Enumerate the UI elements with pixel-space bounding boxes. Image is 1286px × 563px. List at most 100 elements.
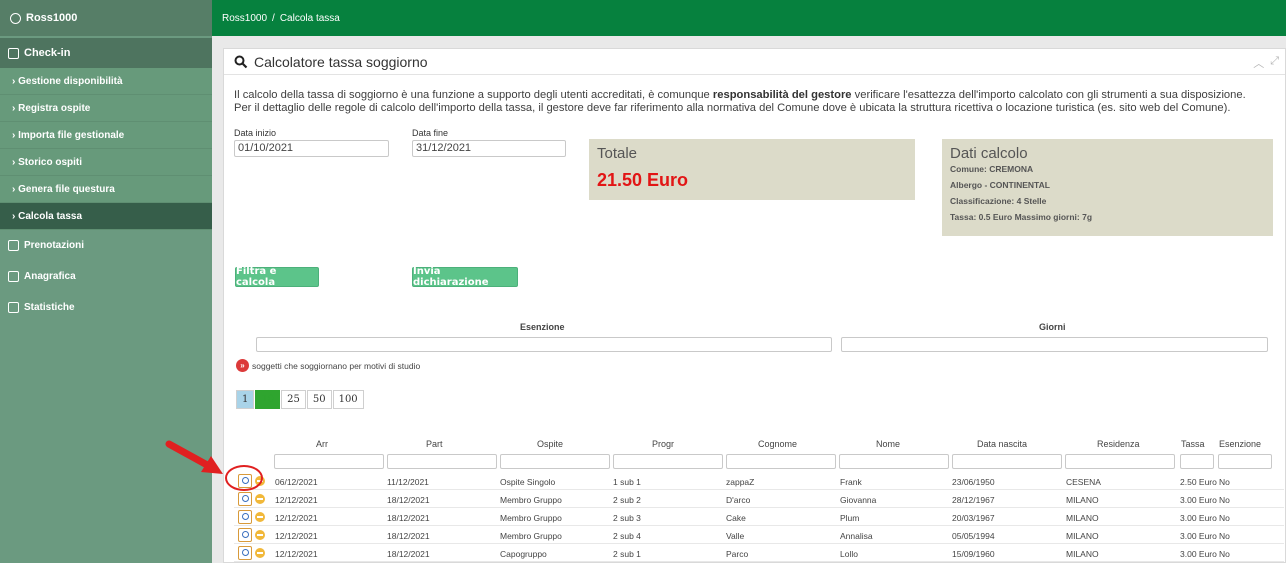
table-row[interactable]: 12/12/2021 18/12/2021 Capogruppo 2 sub 1… [234,545,1284,562]
col-esenzione[interactable]: Esenzione [1219,439,1261,449]
col-cognome[interactable]: Cognome [758,439,797,449]
totale-box: Totale 21.50 Euro [589,139,915,200]
page-size-10[interactable]: 10 [255,390,281,409]
view-guest-icon[interactable] [238,492,252,506]
col-residenza[interactable]: Residenza [1097,439,1140,449]
cell-arr: 12/12/2021 [275,549,318,559]
edit-icon [8,47,19,59]
study-note-text: soggetti che soggiornano per motivi di s… [252,360,421,371]
cell-nome: Frank [840,477,862,487]
page-size-50[interactable]: 50 [306,390,332,409]
filter-progr[interactable] [613,454,723,469]
bar-chart-icon [8,302,19,313]
cell-nome: Plum [840,513,860,523]
cell-nascita: 05/05/1994 [952,531,995,541]
cell-part: 18/12/2021 [387,495,430,505]
sidebar-item-label: Anagrafica [24,271,76,282]
remove-icon[interactable] [255,548,265,558]
annotation-highlight-circle [225,465,263,491]
filter-nome[interactable] [839,454,949,469]
cell-nome: Giovanna [840,495,877,505]
sidebar-item-calcola[interactable]: › Calcola tassa [0,203,212,230]
table-row[interactable]: 12/12/2021 18/12/2021 Membro Gruppo 2 su… [234,527,1284,544]
end-date-input[interactable]: 31/12/2021 [412,140,566,157]
breadcrumb-root[interactable]: Ross1000 [222,13,267,24]
sidebar-item-storico[interactable]: › Storico ospiti [0,149,212,176]
filter-arr[interactable] [274,454,384,469]
table-row[interactable]: 06/12/2021 11/12/2021 Ospite Singolo 1 s… [234,473,1284,490]
remove-icon[interactable] [255,494,265,504]
cell-esenzione: No [1219,531,1230,541]
cell-cognome: Parco [726,549,749,559]
cell-residenza: MILANO [1066,531,1099,541]
sidebar: Ross1000 Check-in › Gestione disponibili… [0,0,212,563]
remove-icon[interactable] [255,512,265,522]
cell-residenza: MILANO [1066,495,1099,505]
calendar-icon [8,240,19,251]
filter-part[interactable] [387,454,497,469]
filter-cognome[interactable] [726,454,836,469]
cell-nome: Annalisa [840,531,873,541]
filter-data-nascita[interactable] [952,454,1062,469]
esenzione-filter[interactable] [256,337,832,352]
filter-residenza[interactable] [1065,454,1175,469]
filtra-button[interactable]: Filtra e calcola [235,266,319,288]
col-tassa[interactable]: Tassa [1181,439,1205,449]
sidebar-item-gestione[interactable]: › Gestione disponibilità [0,68,212,95]
view-guest-icon[interactable] [238,510,252,524]
intro-line-2: Per il dettaglio delle regole di calcolo… [234,102,1231,114]
collapse-icon[interactable]: ︿ [1253,55,1264,71]
page-1-button[interactable]: 1 [236,390,255,409]
cell-esenzione: No [1219,477,1230,487]
view-guest-icon[interactable] [238,528,252,542]
remove-icon[interactable] [255,530,265,540]
sidebar-item-anagrafica[interactable]: Anagrafica [0,261,212,292]
breadcrumb: Ross1000 / Calcola tassa [212,0,1286,36]
filter-esenzione[interactable] [1218,454,1272,469]
cell-ospite: Membro Gruppo [500,495,562,505]
sidebar-item-checkin[interactable]: Check-in [0,38,212,68]
giorni-filter[interactable] [841,337,1268,352]
sidebar-item-genera[interactable]: › Genera file questura [0,176,212,203]
col-part[interactable]: Part [426,439,443,449]
start-date-input[interactable]: 01/10/2021 [234,140,389,157]
panel-tools: ︿ ⤢ [1253,55,1279,71]
cell-nascita: 23/06/1950 [952,477,995,487]
cell-ospite: Capogruppo [500,549,547,559]
invia-button[interactable]: Invia dichiarazione [412,266,518,288]
brand[interactable]: Ross1000 [0,0,212,36]
col-nome[interactable]: Nome [876,439,900,449]
intro-text: Il calcolo della tassa di soggiorno è un… [234,89,1274,115]
cell-ospite: Ospite Singolo [500,477,556,487]
cell-esenzione: No [1219,549,1230,559]
view-guest-icon[interactable] [238,546,252,560]
col-data-nascita[interactable]: Data nascita [977,439,1027,449]
cell-progr: 2 sub 1 [613,549,641,559]
expand-icon[interactable]: ⤢ [1270,55,1279,71]
end-date-label: Data fine [412,128,449,138]
sidebar-item-statistiche[interactable]: Statistiche [0,292,212,323]
cell-part: 18/12/2021 [387,513,430,523]
filter-ospite[interactable] [500,454,610,469]
cell-nascita: 28/12/1967 [952,495,995,505]
sidebar-item-importa[interactable]: › Importa file gestionale [0,122,212,149]
cell-residenza: CESENA [1066,477,1101,487]
dati-title: Dati calcolo [950,145,1028,162]
col-progr[interactable]: Progr [652,439,674,449]
sidebar-item-prenotazioni[interactable]: Prenotazioni [0,230,212,261]
cell-tassa: 3.00 Euro [1180,531,1217,541]
sidebar-item-label: Statistiche [24,302,75,313]
cell-residenza: MILANO [1066,513,1099,523]
col-arr[interactable]: Arr [316,439,328,449]
table-row[interactable]: 12/12/2021 18/12/2021 Membro Gruppo 2 su… [234,491,1284,508]
study-note: » soggetti che soggiornano per motivi di… [236,359,420,372]
filter-tassa[interactable] [1180,454,1214,469]
cell-part: 18/12/2021 [387,531,430,541]
sidebar-item-registra[interactable]: › Registra ospite [0,95,212,122]
page-size-25[interactable]: 25 [281,390,306,409]
table-row[interactable]: 12/12/2021 18/12/2021 Membro Gruppo 2 su… [234,509,1284,526]
col-ospite[interactable]: Ospite [537,439,563,449]
page-size-100[interactable]: 100 [332,390,364,409]
cell-tassa: 3.00 Euro [1180,513,1217,523]
dati-tassa: Tassa: 0.5 Euro Massimo giorni: 7g [950,212,1093,222]
